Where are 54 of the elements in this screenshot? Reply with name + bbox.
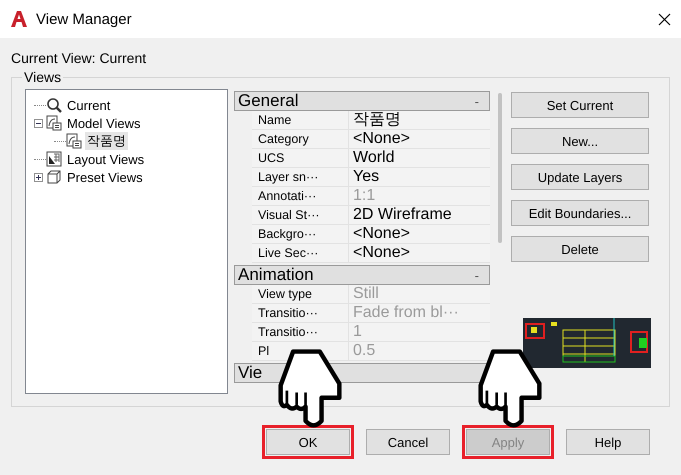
property-value: 1 [352,323,362,341]
group-label: Views [23,69,62,85]
collapse-toggle[interactable]: - [474,268,479,282]
current-view-label: Current View: Current [11,50,148,66]
property-name: Category [252,130,349,148]
section-title: Animation [238,265,314,285]
property-name: UCS [252,149,349,167]
property-value: <None> [352,244,410,262]
collapse-toggle[interactable]: - [474,94,479,108]
action-button[interactable]: New... [511,128,649,154]
property-value: Still [352,285,379,303]
expander-icon[interactable] [34,172,43,182]
tree-item[interactable]: Model Views [65,116,142,130]
property-name: Live Sec··· [252,244,349,262]
magnifier-icon [46,97,62,113]
property-value: 2D Wireframe [352,206,452,224]
dialog-button[interactable]: OK [266,429,350,455]
tree-item[interactable]: Layout Views [65,152,146,166]
tree-item[interactable]: 작품명 [85,132,128,150]
property-value: <None> [352,225,410,243]
action-button[interactable]: Edit Boundaries... [511,200,649,226]
property-name: Name [252,111,349,129]
property-name: Layer sn··· [252,168,349,186]
cube-icon [46,169,62,185]
expander-icon[interactable] [34,118,43,128]
property-value: 1:1 [352,187,376,205]
property-name: Annotati··· [252,187,349,205]
property-value: <None> [352,130,410,148]
action-button[interactable]: Set Current [511,92,649,118]
app-logo-icon [10,10,28,28]
property-name: View type [252,285,349,303]
property-name: Visual St··· [252,206,349,224]
view-sheet-icon [66,133,82,149]
close-icon[interactable] [658,12,671,26]
property-value: Yes [352,168,380,186]
property-name: Transitio··· [252,304,349,322]
scrollbar[interactable] [498,93,502,243]
property-value: 작품명 [352,111,401,129]
section-title: Vie [238,363,262,383]
tree-item[interactable]: Current [65,98,112,112]
dialog-button[interactable]: Help [566,429,650,455]
tree-item[interactable]: Preset Views [65,170,145,184]
view-sheet-icon [46,115,62,131]
dialog-button[interactable]: Cancel [366,429,450,455]
property-name: Backgro··· [252,225,349,243]
section-title: General [238,91,298,111]
action-button[interactable]: Update Layers [511,164,649,190]
property-value: Fade from bl··· [352,304,459,322]
property-value: World [352,149,394,167]
action-button[interactable]: Delete [511,236,649,262]
property-value: 0.5 [352,342,376,360]
window-title: View Manager [36,10,133,28]
property-name: Transitio··· [252,323,349,341]
layout-icon [46,151,62,167]
